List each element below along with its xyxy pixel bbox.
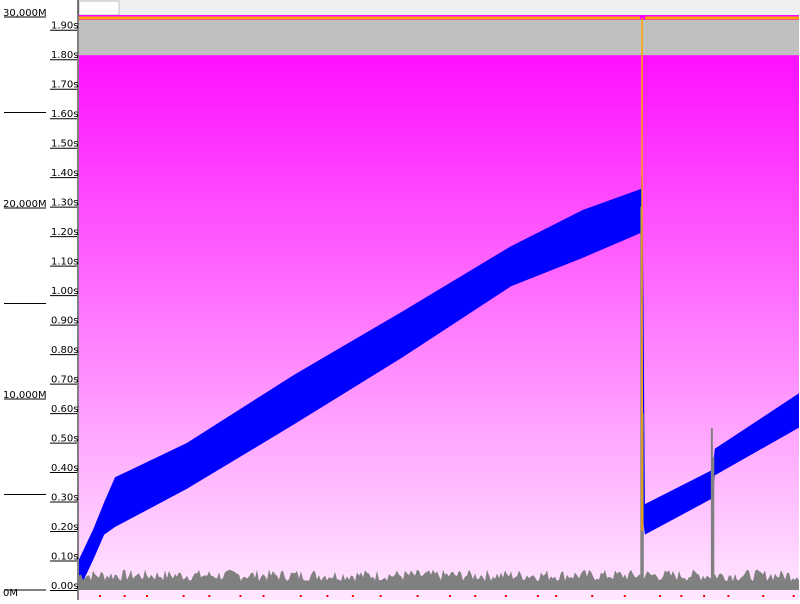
gc-marker — [703, 595, 706, 597]
left-tick-label: 30,000M — [3, 8, 47, 19]
gc-marker — [536, 595, 539, 597]
gc-marker — [379, 595, 382, 597]
right-tick-label: 1.60s — [51, 109, 78, 120]
right-tick-label: 0.60s — [51, 404, 78, 415]
right-tick-label: 0.10s — [51, 552, 78, 563]
right-tick-label: 1.20s — [51, 227, 78, 238]
gc-marker — [326, 595, 329, 597]
gc-marker — [504, 595, 507, 597]
right-tick-label: 0.30s — [51, 493, 78, 504]
right-tick-label: 0.80s — [51, 345, 78, 356]
gc-marker — [182, 595, 185, 597]
gc-marker — [299, 595, 302, 597]
gc-marker — [762, 595, 765, 597]
gc-marker — [416, 595, 419, 597]
right-tick-label: 0.20s — [51, 522, 78, 533]
right-tick-label: 1.10s — [51, 257, 78, 268]
right-tick-label: 0.00s — [51, 581, 78, 592]
right-tick-label: 1.00s — [51, 286, 78, 297]
left-tick-label: 10,000M — [3, 390, 47, 401]
right-tick-label: 1.70s — [51, 80, 78, 91]
left-tick-label: 20,000M — [3, 199, 47, 210]
gc-marker — [208, 595, 211, 597]
gc-marker — [659, 595, 662, 597]
right-tick-label: 0.70s — [51, 375, 78, 386]
gc-marker — [146, 595, 148, 597]
right-tick-label: 0.40s — [51, 463, 78, 474]
gc-marker — [239, 595, 242, 597]
gc-marker — [792, 595, 795, 597]
gc-marker — [727, 595, 730, 597]
gc-marker — [680, 595, 683, 597]
gc-marker — [449, 595, 451, 597]
reserved-region — [79, 20, 799, 56]
right-tick-label: 1.80s — [51, 50, 78, 61]
top-strip — [78, 0, 800, 15]
gc-marker — [351, 595, 354, 597]
gc-marker — [123, 595, 126, 597]
right-tick-label: 0.50s — [51, 434, 78, 445]
right-tick-label: 1.90s — [51, 21, 78, 32]
right-tick-label: 0.90s — [51, 316, 78, 327]
right-tick-label: 1.50s — [51, 139, 78, 150]
right-tick-label: 1.30s — [51, 198, 78, 209]
gc-marker — [262, 595, 265, 597]
gc-marker — [555, 595, 558, 597]
chart-canvas: 0M 10,000M 20,000M 30,000M 0.00s 0.10s 0.20s 0… — [0, 0, 800, 600]
gc-marker — [623, 595, 626, 597]
reserved-band — [79, 20, 799, 56]
gc-marker — [474, 595, 477, 597]
gc-heap-chart: 0M 10,000M 20,000M 30,000M 0.00s 0.10s 0.20s 0… — [0, 0, 800, 600]
right-tick-label: 1.40s — [51, 168, 78, 179]
gc-marker — [591, 595, 594, 597]
gc-marker — [99, 595, 101, 597]
timeline-scroll-thumb[interactable] — [78, 0, 120, 16]
left-tick-label: 0M — [3, 588, 18, 599]
